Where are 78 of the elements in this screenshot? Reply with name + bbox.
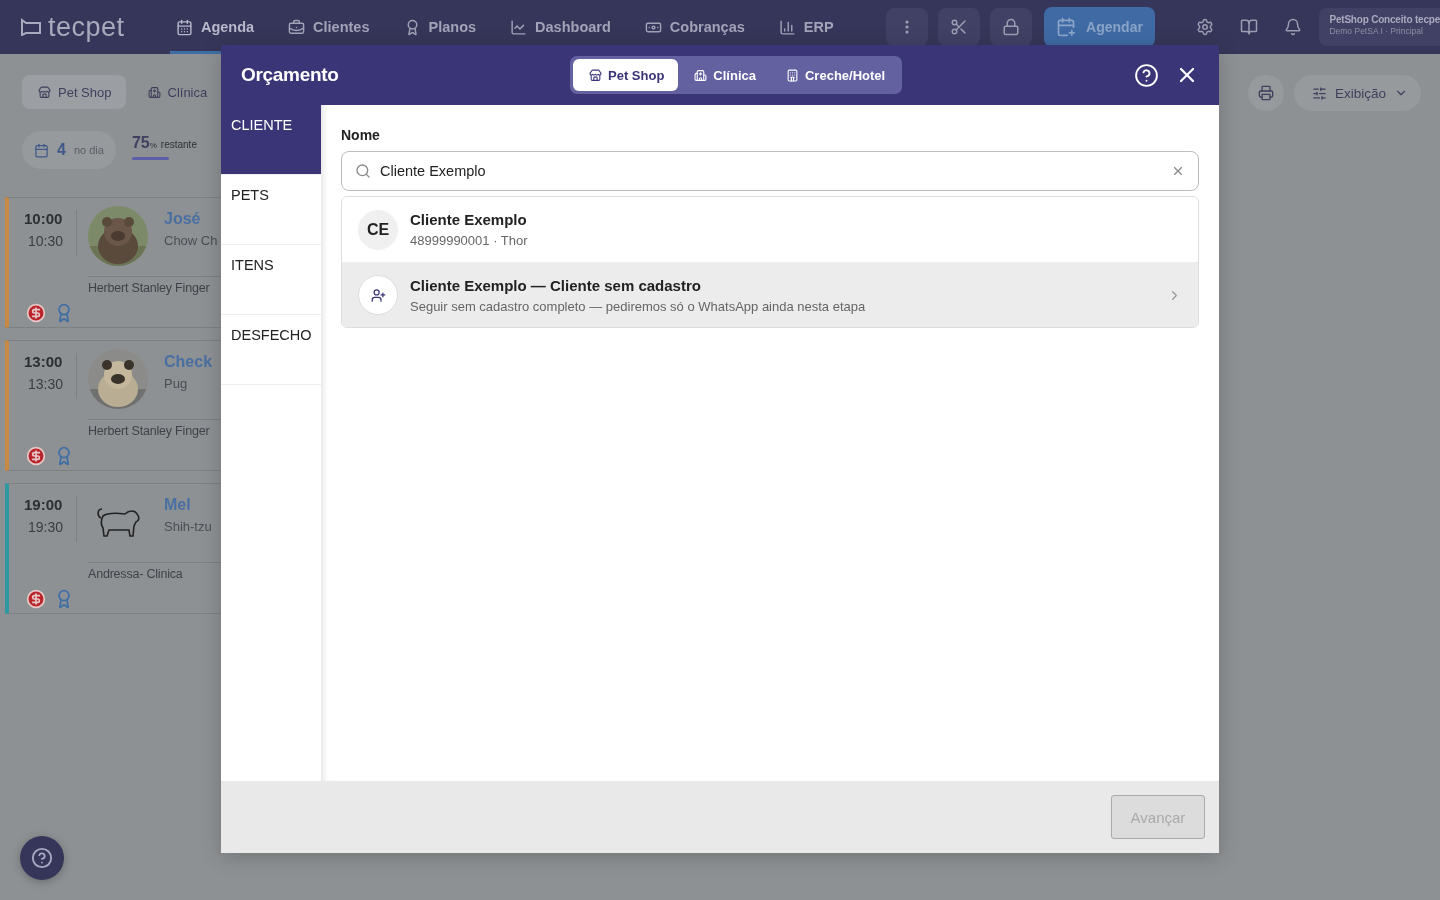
pet-breed: Shih-tzu [164,519,212,534]
day-count: 4 [57,141,66,159]
clear-icon[interactable] [1171,164,1185,178]
nav-tab[interactable]: Cobranças [638,0,751,54]
store-icon [38,85,51,99]
account-name: PetShop Conceito tecpe [1329,14,1440,25]
service-tab[interactable]: Clínica [678,59,770,91]
pet-breed: Pug [164,376,189,391]
scissors-button[interactable] [937,8,980,46]
payment-icon [26,589,46,609]
pet-name: José [164,210,202,228]
category-tab[interactable]: Pet Shop [22,75,126,109]
calendar-plus-icon [1056,17,1077,37]
sliders-icon [1312,85,1327,101]
category-tab[interactable]: Clínica [131,75,221,109]
search-icon [355,163,371,179]
lock-icon [1001,18,1020,36]
result-title: Cliente Exemplo — Cliente sem cadastro [410,276,702,294]
add-user-icon [370,287,386,303]
hotel-icon [785,68,799,82]
scissors-icon [949,18,968,36]
hospital-icon [147,85,161,99]
pet-name: Mel [164,496,192,514]
client-avatar: CE [358,209,398,250]
logo-text: tecpet [48,11,125,43]
field-label: Nome [341,127,381,143]
result-subtitle: Seguir sem cadastro completo — pediremos só o WhatsApp ainda nesta etapa [410,298,867,314]
view-dropdown[interactable]: Exibição [1294,75,1421,111]
end-time: 13:30 [27,376,65,392]
result-subtitle: 48999990001 · Thor [410,233,529,248]
start-time: 13:00 [24,353,64,370]
help-button[interactable] [20,836,64,880]
print-button[interactable] [1248,75,1284,111]
nav-tab[interactable]: ERP [772,0,840,54]
owner-name: Herbert Stanley Finger [88,281,210,295]
payment-icon [26,446,46,466]
hospital-icon [694,68,708,82]
owner-name: Herbert Stanley Finger [88,424,210,438]
step-tab[interactable]: CLIENTE [221,105,321,175]
bar-chart-icon [778,18,796,36]
bell-icon[interactable] [1284,18,1303,36]
underline-accent [131,157,169,160]
line-chart-icon [510,18,528,36]
nav-tab[interactable]: Dashboard [504,0,617,54]
search-field[interactable]: Cliente Exemplo [341,151,1199,191]
dialog-title: Orçamento [241,64,340,86]
account-unit: Demo PetSA I · Principal [1329,26,1424,36]
briefcase-icon [288,18,306,36]
service-tab[interactable]: Creche/Hotel [769,59,900,91]
owner-name: Andressa- Clinica [88,567,183,581]
pet-breed: Chow Ch [164,233,218,248]
store-icon [589,68,602,82]
start-time: 10:00 [24,210,64,227]
calendar-icon [34,142,49,158]
end-time: 10:30 [27,233,65,249]
help-icon [31,847,53,869]
print-icon [1258,85,1274,101]
help-icon[interactable] [1134,62,1159,88]
nav-tab[interactable]: Planos [397,0,483,54]
account-switcher[interactable]: PetShop Conceito tecpe Demo PetSA I · Principal [1319,8,1440,46]
payment-icon [26,303,46,323]
book-icon[interactable] [1240,18,1259,36]
lock-button[interactable] [989,8,1032,46]
start-time: 19:00 [24,496,64,513]
calendar-icon [175,18,193,36]
day-count-label: no dia [73,144,104,156]
more-icon [904,20,909,34]
service-tab[interactable]: Pet Shop [573,59,679,91]
pet-name: Check [164,353,213,371]
logo-icon [20,18,42,36]
percent-unit: % [149,141,157,150]
percent-label: restante [160,139,197,150]
percent-value: 75 [131,134,150,152]
result-title: Cliente Exemplo [410,211,528,228]
nav-tab[interactable]: Clientes [282,0,376,54]
settings-icon[interactable] [1196,18,1215,36]
end-time: 19:30 [27,519,65,535]
result-item[interactable]: Cliente Exemplo — Cliente sem cadastro Seguir sem cadastro completo — pediremos só o WhatsApp ainda nesta etapa [342,262,1198,327]
